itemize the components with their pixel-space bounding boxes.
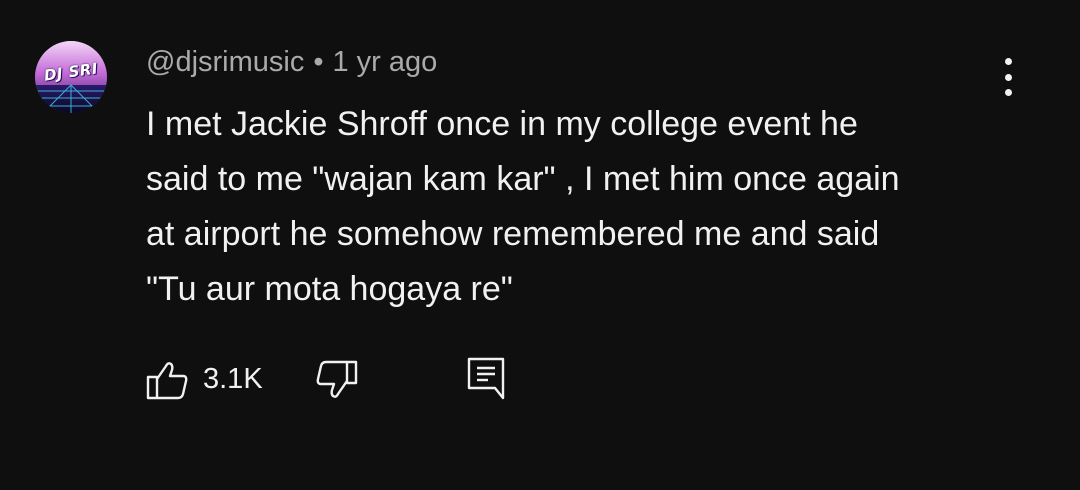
comment-reply-icon [467,357,505,400]
thumbs-up-icon [146,362,188,400]
like-button[interactable] [146,360,190,400]
menu-dot [1004,89,1012,96]
author-handle[interactable]: @djsrimusic [146,46,304,78]
meta-separator: • [313,46,324,78]
reply-button[interactable] [466,356,506,400]
dislike-button[interactable] [314,360,358,400]
comment-meta: @djsrimusic • 1 yr ago [146,46,437,79]
menu-dot [1004,73,1012,81]
menu-dot [1004,58,1012,65]
avatar[interactable]: DJ SRI [35,41,107,113]
comment: DJ SRI @djsrimusic • 1 yr ago I met Jackie… [0,0,1080,490]
more-vertical-icon[interactable] [996,58,1020,96]
like-count: 3.1K [203,363,263,395]
comment-text: I met Jackie Shroff once in my college e… [146,105,900,308]
comment-time: 1 yr ago [332,46,438,78]
thumbs-down-icon [316,360,358,398]
